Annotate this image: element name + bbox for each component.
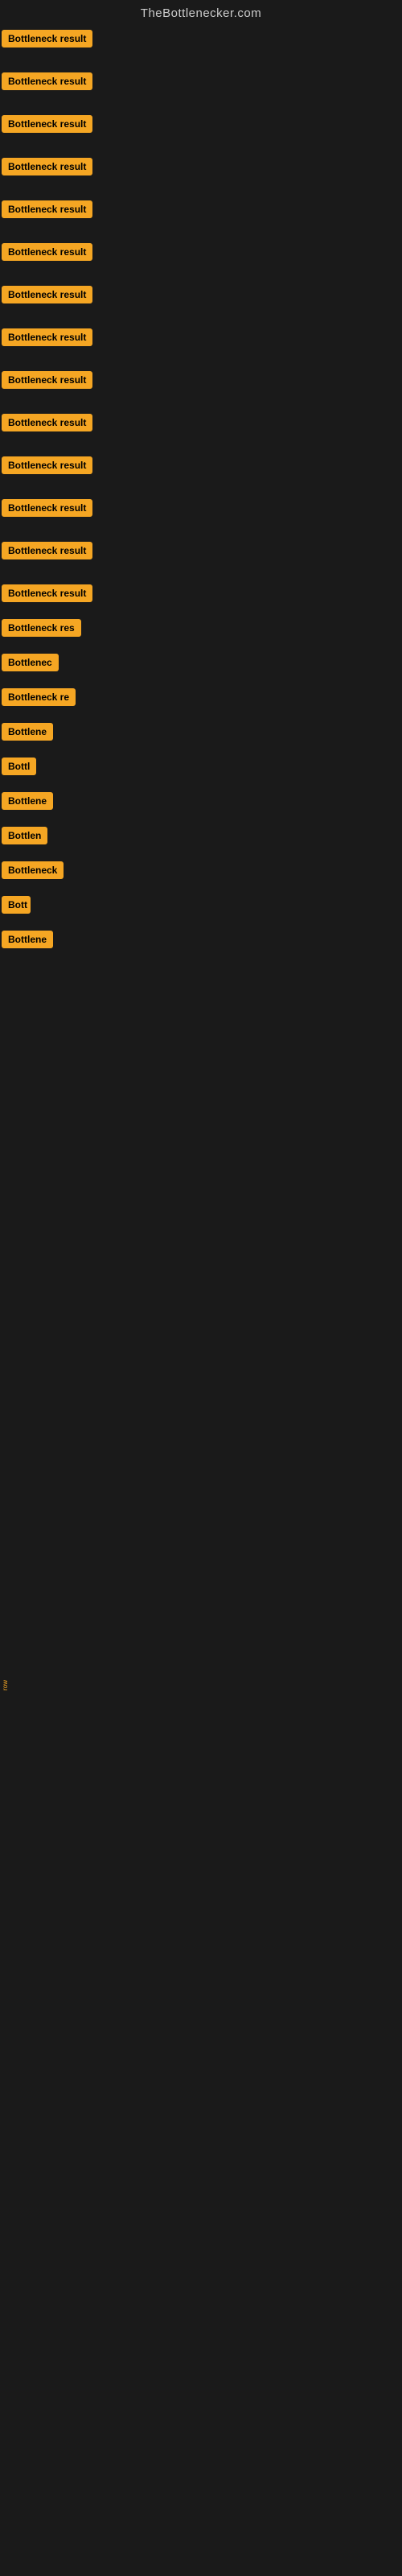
bottleneck-badge: Bottleneck result [2,371,92,389]
bottleneck-badge: Bottleneck result [2,328,92,346]
list-item: Bottleneck result [2,328,400,350]
list-item: Bottlen [2,827,400,848]
list-item: Bottleneck result [2,542,400,564]
list-item: Bottleneck result [2,243,400,265]
list-item: Bottlene [2,931,400,952]
items-container: Bottleneck result Bottleneck result Bott… [0,30,402,952]
site-header: TheBottlenecker.com [0,0,402,30]
bottleneck-badge: Bottleneck result [2,499,92,517]
list-item: Bottleneck result [2,115,400,137]
bottleneck-badge: Bottleneck result [2,456,92,474]
list-item: Bottleneck result [2,72,400,94]
bottleneck-badge: Bottleneck result [2,542,92,559]
bottleneck-badge: Bottleneck result [2,72,92,90]
list-item: Bott [2,896,400,918]
list-item: Bottleneck result [2,584,400,606]
list-item: Bottlene [2,723,400,745]
list-item: Bottleneck result [2,158,400,180]
bottleneck-badge: Bottleneck result [2,115,92,133]
bottleneck-badge: Bottleneck res [2,619,81,637]
bottleneck-badge: Bottlene [2,792,53,810]
list-item: Bottlene [2,792,400,814]
list-item: Bottleneck re [2,688,400,710]
list-item: Bottleneck result [2,286,400,308]
bottleneck-badge: Bottleneck result [2,584,92,602]
list-item: Bottleneck result [2,499,400,521]
list-item: Bottlenec [2,654,400,675]
bottleneck-badge: Bottleneck result [2,200,92,218]
list-item: Bottl [2,758,400,779]
list-item: Bottleneck [2,861,400,883]
bottleneck-badge: Bottleneck result [2,286,92,303]
bottleneck-badge: Bottleneck result [2,414,92,431]
list-item: Bottleneck res [2,619,400,641]
bottleneck-badge: Bottlene [2,931,53,948]
bottleneck-badge: Bott [2,896,31,914]
bottleneck-badge: Bottleneck result [2,243,92,261]
bottleneck-badge: Bottl [2,758,36,775]
bottleneck-badge: Bottlene [2,723,53,741]
bottleneck-badge: Bottlen [2,827,47,844]
bottleneck-badge: Bottleneck [2,861,64,879]
bottleneck-badge: Bottleneck result [2,158,92,175]
bottleneck-badge: Bottleneck result [2,30,92,47]
list-item: Bottleneck result [2,200,400,222]
list-item: Bottleneck result [2,414,400,436]
list-item: Bottleneck result [2,456,400,478]
list-item: Bottleneck result [2,30,400,52]
bottom-label: row [2,1680,9,1690]
empty-area [0,957,402,2245]
bottleneck-badge: Bottleneck re [2,688,76,706]
list-item: Bottleneck result [2,371,400,393]
bottleneck-badge: Bottlenec [2,654,59,671]
